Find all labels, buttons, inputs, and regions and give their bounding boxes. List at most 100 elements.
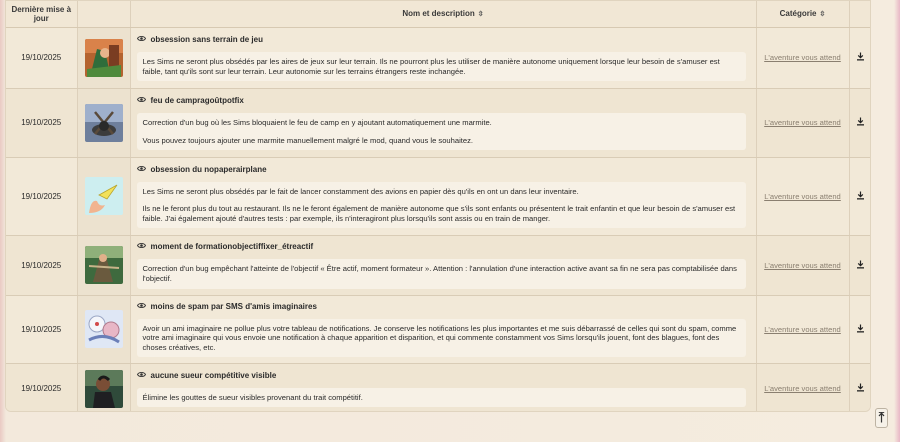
mod-description: Les Sims ne seront plus obsédés par les … bbox=[136, 51, 746, 82]
category-link[interactable]: L'aventure vous attend bbox=[764, 384, 841, 393]
mod-title-row: obsession sans terrain de jeu bbox=[136, 34, 746, 45]
category-cell: L'aventure vous attend bbox=[756, 295, 850, 364]
category-cell: L'aventure vous attend bbox=[756, 88, 850, 158]
table-row: 19/10/2025 obsession du nopaperairplane … bbox=[6, 157, 870, 236]
mod-title: moins de spam par SMS d'amis imaginaires bbox=[150, 301, 317, 311]
eye-icon[interactable] bbox=[136, 371, 146, 380]
table-row: 19/10/2025 feu de campragoûtpotfix Corre… bbox=[6, 88, 870, 158]
description-paragraph: Élimine les gouttes de sueur visibles pr… bbox=[142, 392, 363, 402]
mod-description: Élimine les gouttes de sueur visibles pr… bbox=[136, 387, 746, 408]
thumbnail-cell bbox=[77, 27, 131, 89]
category-cell: L'aventure vous attend bbox=[756, 235, 850, 296]
column-header-date-label: Dernière mise à jour bbox=[11, 4, 72, 23]
eye-icon[interactable] bbox=[136, 302, 146, 311]
table-header-row: Dernière mise à jour Nom et description ⇳… bbox=[6, 1, 870, 28]
column-header-image bbox=[77, 1, 131, 28]
column-header-name[interactable]: Nom et description ⇳ bbox=[130, 1, 757, 28]
row-date: 19/10/2025 bbox=[6, 88, 78, 158]
download-cell bbox=[849, 157, 870, 236]
column-header-download bbox=[849, 1, 870, 28]
download-cell bbox=[849, 88, 870, 158]
arrow-up-icon bbox=[878, 411, 885, 425]
category-cell: L'aventure vous attend bbox=[756, 27, 850, 89]
download-icon[interactable] bbox=[856, 191, 865, 202]
description-paragraph: Ils ne le feront plus du tout au restaur… bbox=[142, 204, 736, 223]
table-row: 19/10/2025 moment de formationobjectiffi… bbox=[6, 235, 870, 296]
category-link[interactable]: L'aventure vous attend bbox=[764, 261, 841, 270]
table-row: 19/10/2025 moins de spam par SMS d'amis … bbox=[6, 295, 870, 364]
category-link[interactable]: L'aventure vous attend bbox=[764, 192, 841, 201]
eye-icon[interactable] bbox=[136, 35, 146, 44]
row-date: 19/10/2025 bbox=[6, 235, 78, 296]
mods-table: Dernière mise à jour Nom et description ⇳… bbox=[6, 1, 870, 411]
mod-title-row: moment de formationobjectiffixer_étreact… bbox=[136, 241, 746, 252]
column-header-date[interactable]: Dernière mise à jour bbox=[6, 1, 78, 28]
sort-icon[interactable]: ⇳ bbox=[478, 11, 484, 18]
download-cell bbox=[849, 27, 870, 89]
download-icon[interactable] bbox=[856, 324, 865, 335]
mod-thumbnail[interactable] bbox=[84, 103, 123, 142]
row-date: 19/10/2025 bbox=[6, 363, 78, 411]
name-cell: obsession sans terrain de jeu Les Sims n… bbox=[130, 27, 757, 89]
mod-title: obsession sans terrain de jeu bbox=[150, 34, 263, 44]
category-cell: L'aventure vous attend bbox=[756, 363, 850, 411]
mod-thumbnail[interactable] bbox=[84, 38, 123, 77]
download-icon[interactable] bbox=[856, 383, 865, 394]
name-cell: feu de campragoûtpotfix Correction d'un … bbox=[130, 88, 757, 158]
mods-table-panel: Dernière mise à jour Nom et description ⇳… bbox=[5, 0, 871, 412]
name-cell: aucune sueur compétitive visible Élimine… bbox=[130, 363, 757, 411]
description-paragraph: Vous pouvez toujours ajouter une marmite… bbox=[142, 135, 474, 145]
description-paragraph: Correction d'un bug empêchant l'atteinte… bbox=[142, 264, 737, 283]
mod-description: Les Sims ne seront plus obsédés par le f… bbox=[136, 181, 746, 229]
thumbnail-cell bbox=[77, 235, 131, 296]
mod-thumbnail[interactable] bbox=[84, 310, 123, 348]
thumbnail-cell bbox=[77, 295, 131, 364]
thumbnail-cell bbox=[77, 363, 131, 411]
row-date: 19/10/2025 bbox=[6, 295, 78, 364]
row-date: 19/10/2025 bbox=[6, 27, 78, 89]
category-cell: L'aventure vous attend bbox=[756, 157, 850, 236]
category-link[interactable]: L'aventure vous attend bbox=[764, 118, 841, 127]
thumbnail-cell bbox=[77, 157, 131, 236]
mod-title-row: aucune sueur compétitive visible bbox=[136, 370, 746, 381]
download-icon[interactable] bbox=[856, 117, 865, 128]
description-paragraph: Correction d'un bug où les Sims bloquaie… bbox=[142, 117, 492, 127]
mod-title: feu de campragoûtpotfix bbox=[150, 95, 244, 105]
mod-thumbnail[interactable] bbox=[84, 177, 123, 215]
category-link[interactable]: L'aventure vous attend bbox=[764, 325, 841, 334]
download-cell bbox=[849, 363, 870, 411]
mod-description: Avoir un ami imaginaire ne pollue plus v… bbox=[136, 318, 746, 358]
eye-icon[interactable] bbox=[136, 242, 146, 251]
download-icon[interactable] bbox=[856, 52, 865, 63]
eye-icon[interactable] bbox=[136, 96, 146, 105]
row-date: 19/10/2025 bbox=[6, 157, 78, 236]
mod-title: aucune sueur compétitive visible bbox=[150, 370, 277, 380]
column-header-category[interactable]: Catégorie ⇳ bbox=[756, 1, 850, 28]
name-cell: obsession du nopaperairplane Les Sims ne… bbox=[130, 157, 757, 236]
download-icon[interactable] bbox=[856, 260, 865, 271]
description-paragraph: Avoir un ami imaginaire ne pollue plus v… bbox=[142, 323, 737, 352]
eye-icon[interactable] bbox=[136, 165, 146, 174]
sort-icon[interactable]: ⇳ bbox=[820, 11, 826, 18]
mod-title: moment de formationobjectiffixer_étreact… bbox=[150, 242, 314, 252]
category-link[interactable]: L'aventure vous attend bbox=[764, 53, 841, 62]
name-cell: moment de formationobjectiffixer_étreact… bbox=[130, 235, 757, 296]
mod-thumbnail[interactable] bbox=[84, 369, 123, 408]
mod-description: Correction d'un bug empêchant l'atteinte… bbox=[136, 259, 746, 289]
table-row: 19/10/2025 aucune sueur compétitive visi… bbox=[6, 363, 870, 411]
mod-title-row: feu de campragoûtpotfix bbox=[136, 95, 746, 106]
mod-thumbnail[interactable] bbox=[84, 246, 123, 284]
thumbnail-cell bbox=[77, 88, 131, 158]
download-cell bbox=[849, 235, 870, 296]
scroll-to-top-button[interactable] bbox=[875, 408, 888, 428]
description-paragraph: Les Sims ne seront plus obsédés par les … bbox=[142, 56, 720, 76]
table-row: 19/10/2025 obsession sans terrain de jeu… bbox=[6, 27, 870, 89]
mod-title: obsession du nopaperairplane bbox=[150, 164, 267, 174]
column-header-category-label: Catégorie bbox=[779, 8, 817, 18]
mod-title-row: obsession du nopaperairplane bbox=[136, 164, 746, 175]
description-paragraph: Les Sims ne seront plus obsédés par le f… bbox=[142, 186, 579, 196]
download-cell bbox=[849, 295, 870, 364]
mod-title-row: moins de spam par SMS d'amis imaginaires bbox=[136, 301, 746, 312]
column-header-name-label: Nom et description bbox=[402, 8, 475, 18]
mod-description: Correction d'un bug où les Sims bloquaie… bbox=[136, 112, 746, 151]
